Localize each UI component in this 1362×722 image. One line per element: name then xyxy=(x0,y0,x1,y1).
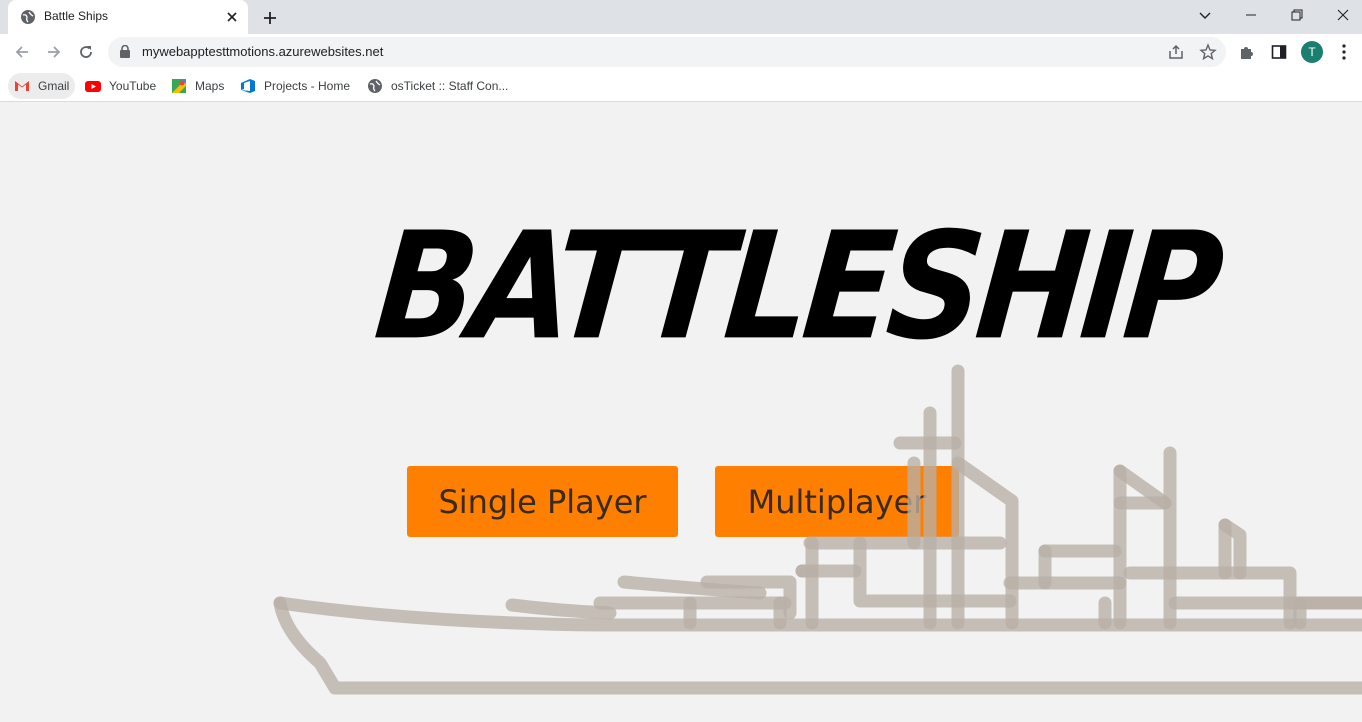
lock-icon xyxy=(120,45,130,58)
side-panel-button[interactable] xyxy=(1269,42,1289,62)
game-page: BATTLESHIP Single Player Multiplayer xyxy=(0,103,1362,722)
bookmark-label: osTicket :: Staff Con... xyxy=(391,79,509,93)
back-arrow-icon xyxy=(15,46,28,58)
url-text: mywebapptesttmotions.azurewebsites.net xyxy=(142,44,384,59)
back-button[interactable] xyxy=(10,40,34,64)
tab-strip: Battle Ships xyxy=(0,0,1362,34)
youtube-icon xyxy=(85,81,101,92)
restore-icon xyxy=(1291,9,1303,21)
browser-tab[interactable]: Battle Ships xyxy=(8,0,248,34)
azure-devops-icon xyxy=(241,79,255,93)
reload-icon xyxy=(80,46,92,58)
forward-arrow-icon xyxy=(48,46,61,58)
bookmark-osticket[interactable]: osTicket :: Staff Con... xyxy=(361,73,514,99)
new-tab-icon[interactable] xyxy=(260,8,280,28)
bookmark-maps[interactable]: Maps xyxy=(165,73,230,99)
bookmark-label: YouTube xyxy=(109,79,157,93)
share-icon[interactable] xyxy=(1167,43,1185,61)
profile-avatar[interactable]: T xyxy=(1301,41,1323,63)
minimize-button[interactable] xyxy=(1228,0,1274,30)
bookmark-gmail[interactable]: Gmail xyxy=(8,73,76,99)
close-window-button[interactable] xyxy=(1320,0,1362,30)
battleship-illustration xyxy=(273,364,1362,695)
reload-button[interactable] xyxy=(74,40,98,64)
gmail-icon xyxy=(15,81,29,91)
browser-toolbar: mywebapptesttmotions.azurewebsites.net T xyxy=(0,34,1362,70)
restore-button[interactable] xyxy=(1274,0,1320,30)
bookmark-label: Maps xyxy=(195,79,225,93)
tab-search-button[interactable] xyxy=(1182,0,1228,30)
single-player-button[interactable]: Single Player xyxy=(407,466,678,537)
minimize-icon xyxy=(1246,14,1256,16)
tab-title: Battle Ships xyxy=(44,9,109,23)
close-tab-icon[interactable] xyxy=(224,9,240,25)
close-icon xyxy=(1337,9,1349,21)
bookmark-label: Gmail xyxy=(38,79,70,93)
forward-button[interactable] xyxy=(42,40,66,64)
extensions-button[interactable] xyxy=(1237,42,1257,62)
kebab-menu-icon xyxy=(1342,44,1346,60)
menu-button[interactable] xyxy=(1334,42,1354,62)
multiplayer-button[interactable]: Multiplayer xyxy=(715,466,959,537)
bookmark-youtube[interactable]: YouTube xyxy=(79,73,162,99)
bookmark-projects-home[interactable]: Projects - Home xyxy=(234,73,356,99)
side-panel-icon xyxy=(1271,45,1287,59)
chevron-down-icon xyxy=(1199,12,1211,19)
game-title: BATTLESHIP xyxy=(368,200,1225,374)
bookmark-label: Projects - Home xyxy=(264,79,351,93)
globe-icon xyxy=(21,10,35,24)
puzzle-icon xyxy=(1241,47,1253,59)
maps-icon xyxy=(172,79,186,93)
address-bar[interactable]: mywebapptesttmotions.azurewebsites.net xyxy=(108,37,1226,67)
bookmark-star-icon[interactable] xyxy=(1199,43,1217,61)
bookmarks-bar: Gmail YouTube Maps Projects - Home osTic… xyxy=(0,70,1362,102)
globe-icon xyxy=(368,79,382,93)
